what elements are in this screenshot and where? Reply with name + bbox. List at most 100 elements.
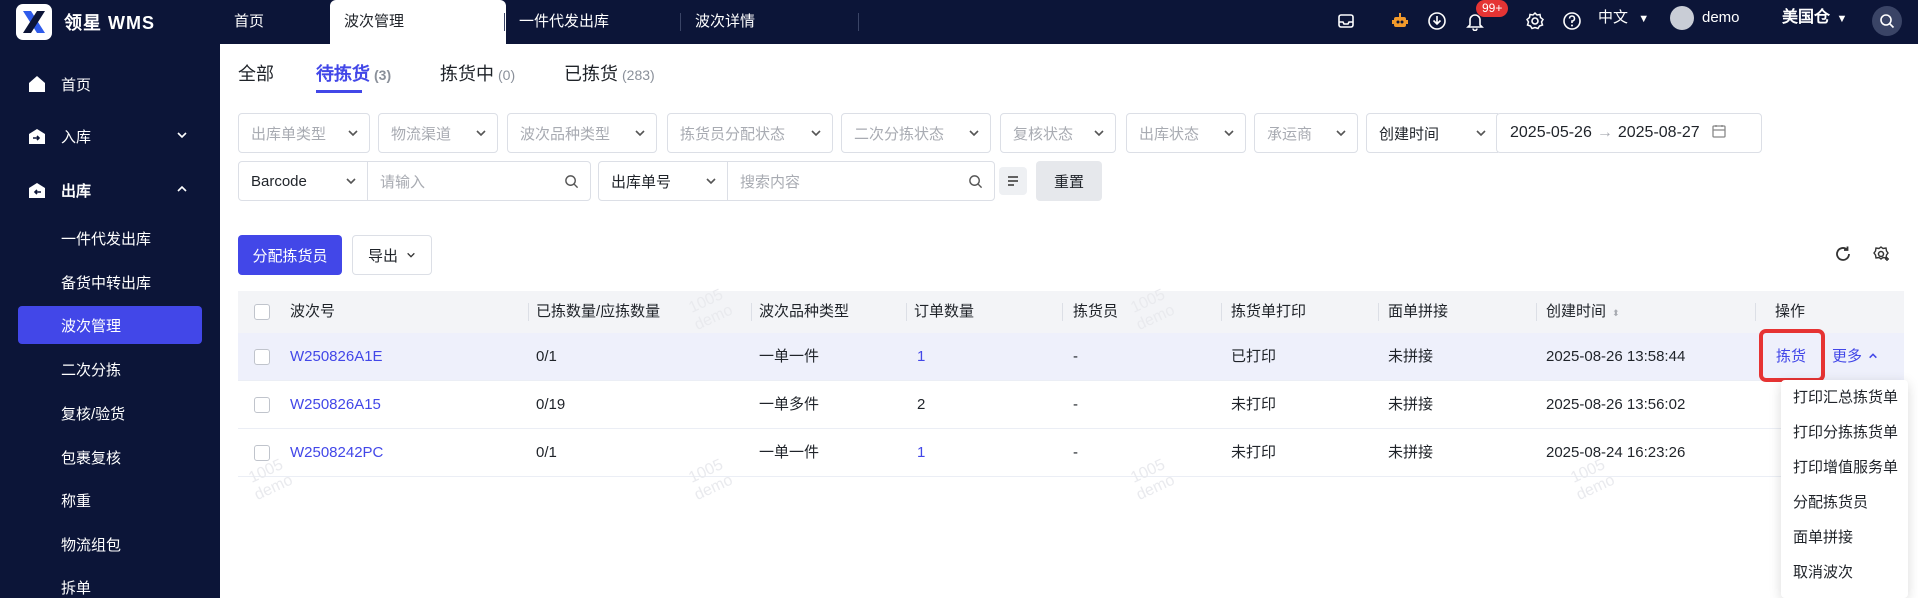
nav-tab-wave-management[interactable]: 波次管理 (330, 0, 506, 44)
menu-cancel-wave[interactable]: 取消波次 (1781, 555, 1908, 590)
tab-pending-pick[interactable]: 待拣货 (3) (316, 60, 391, 86)
date-end[interactable]: 2025-08-27 (1618, 124, 1700, 142)
column-settings-icon[interactable] (1873, 245, 1891, 267)
assign-picker-button[interactable]: 分配拣货员 (238, 235, 342, 275)
row-checkbox[interactable] (254, 445, 270, 461)
search-icon[interactable] (1872, 6, 1902, 36)
menu-print-sort-pick-list[interactable]: 打印分拣拣货单 (1781, 415, 1908, 450)
outbound-type-select[interactable]: 出库单类型 (238, 113, 370, 153)
refresh-icon[interactable] (1834, 245, 1852, 267)
reset-button[interactable]: 重置 (1036, 161, 1102, 201)
row-checkbox[interactable] (254, 349, 270, 365)
wave-variety-select[interactable]: 波次品种类型 (507, 113, 657, 153)
column-divider (528, 303, 529, 321)
created-time: 2025-08-24 16:23:26 (1546, 444, 1686, 461)
app-logo[interactable]: 领星 WMS (16, 4, 155, 40)
sidebar-item-wave-management[interactable]: 波次管理 (18, 306, 202, 344)
highlight-box (1759, 329, 1825, 382)
warehouse-select[interactable]: 美国仓 ▼ (1782, 0, 1847, 37)
order-count-link[interactable]: 1 (917, 333, 925, 381)
carrier-select[interactable]: 承运商 (1254, 113, 1358, 153)
batch-search-icon[interactable] (999, 167, 1027, 195)
date-range-picker[interactable]: 2025-05-26 → 2025-08-27 (1496, 113, 1762, 153)
chevron-down-icon (1093, 126, 1105, 143)
sidebar-item-review[interactable]: 复核/验货 (18, 394, 202, 432)
menu-label-splice[interactable]: 面单拼接 (1781, 520, 1908, 555)
more-button[interactable]: 更多 (1832, 333, 1878, 381)
search-icon[interactable] (564, 174, 579, 193)
search-content-input[interactable]: 搜索内容 (727, 161, 995, 201)
sidebar-item-split-order[interactable]: 拆单 (18, 568, 202, 598)
more-label: 更多 (1832, 348, 1863, 365)
select-value: Barcode (251, 172, 307, 190)
nav-tab-home[interactable]: 首页 (220, 0, 278, 44)
user-menu[interactable]: demo (1670, 0, 1740, 36)
sidebar-item-home[interactable]: 首页 (0, 64, 220, 104)
outbound-status-select[interactable]: 出库状态 (1126, 113, 1246, 153)
sidebar-item-secondary-sorting[interactable]: 二次分拣 (18, 350, 202, 388)
menu-assign-picker[interactable]: 分配拣货员 (1781, 485, 1908, 520)
date-type-select[interactable]: 创建时间 (1366, 113, 1498, 153)
input-placeholder: 请输入 (380, 173, 426, 191)
order-count-link[interactable]: 1 (917, 429, 925, 477)
menu-print-summary-pick-list[interactable]: 打印汇总拣货单 (1781, 380, 1908, 415)
sidebar-item-dropship-outbound[interactable]: 一件代发出库 (18, 219, 202, 257)
sidebar-item-transfer-outbound[interactable]: 备货中转出库 (18, 263, 202, 301)
table-header: 波次号 已拣数量/应拣数量 波次品种类型 订单数量 拣货员 拣货单打印 面单拼接… (238, 291, 1904, 333)
wave-number-link[interactable]: W250826A1E (290, 333, 383, 381)
menu-print-value-added-service[interactable]: 打印增值服务单 (1781, 450, 1908, 485)
table-row[interactable]: W250826A1E 0/1 一单一件 1 - 已打印 未拼接 2025-08-… (238, 333, 1904, 381)
select-placeholder: 出库状态 (1139, 125, 1200, 143)
chevron-down-icon (347, 126, 359, 143)
sidebar-item-outbound[interactable]: 出库 (0, 170, 220, 210)
barcode-type-select[interactable]: Barcode (238, 161, 368, 201)
header-created-time[interactable]: 创建时间 ⬍ (1546, 291, 1620, 334)
chevron-down-icon: ▼ (1638, 13, 1650, 25)
tab-all[interactable]: 全部 (238, 60, 274, 86)
select-placeholder: 波次品种类型 (520, 125, 611, 143)
header-wave-variety: 波次品种类型 (759, 303, 850, 320)
table-row[interactable]: W2508242PC 0/1 一单一件 1 - 未打印 未拼接 2025-08-… (238, 429, 1904, 477)
chevron-down-icon (968, 126, 980, 143)
wave-number-link[interactable]: W250826A15 (290, 381, 381, 429)
export-button[interactable]: 导出 (352, 235, 432, 275)
robot-icon[interactable] (1388, 9, 1412, 33)
tab-picked[interactable]: 已拣货 (283) (564, 60, 655, 86)
select-all-checkbox[interactable] (254, 304, 270, 320)
sidebar-item-inbound[interactable]: 入库 (0, 116, 220, 156)
picker-assign-status-select[interactable]: 拣货员分配状态 (667, 113, 833, 153)
sidebar: 首页 入库 出库 一件代发出库 备货中转出库 波次管理 二次分拣 复核/验货 包… (0, 44, 220, 598)
tab-count: (0) (498, 67, 516, 83)
logistics-channel-select[interactable]: 物流渠道 (378, 113, 498, 153)
table-row[interactable]: W250826A15 0/19 一单多件 2 - 未打印 未拼接 2025-08… (238, 381, 1904, 429)
select-placeholder: 二次分拣状态 (854, 125, 945, 143)
download-icon[interactable] (1425, 9, 1449, 33)
sidebar-item-weighing[interactable]: 称重 (18, 481, 202, 519)
language-select[interactable]: 中文 ▼ (1598, 0, 1649, 37)
inbox-icon[interactable] (1334, 9, 1358, 33)
tab-picking[interactable]: 拣货中 (0) (440, 60, 515, 86)
column-divider (751, 303, 752, 321)
help-icon[interactable] (1560, 9, 1584, 33)
sort-icon[interactable]: ⬍ (1612, 308, 1620, 318)
inbound-icon (26, 125, 48, 147)
settings-icon[interactable] (1523, 9, 1547, 33)
row-checkbox[interactable] (254, 397, 270, 413)
select-value: 出库单号 (611, 173, 672, 191)
order-number-type-select[interactable]: 出库单号 (598, 161, 728, 201)
wave-number-link[interactable]: W2508242PC (290, 429, 383, 477)
print-status: 未打印 (1231, 444, 1277, 461)
nav-tab-dropship-outbound[interactable]: 一件代发出库 (505, 0, 623, 44)
print-status: 已打印 (1231, 348, 1277, 365)
date-start[interactable]: 2025-05-26 (1510, 124, 1592, 142)
splice-status: 未拼接 (1388, 348, 1434, 365)
review-status-select[interactable]: 复核状态 (1000, 113, 1116, 153)
splice-status: 未拼接 (1388, 396, 1434, 413)
search-icon[interactable] (968, 174, 983, 193)
sidebar-item-logistics-packing[interactable]: 物流组包 (18, 525, 202, 563)
nav-tab-wave-detail[interactable]: 波次详情 (681, 0, 769, 44)
secondary-sort-status-select[interactable]: 二次分拣状态 (841, 113, 991, 153)
barcode-input[interactable]: 请输入 (367, 161, 591, 201)
tab-label: 全部 (238, 64, 274, 84)
sidebar-item-package-review[interactable]: 包裹复核 (18, 438, 202, 476)
